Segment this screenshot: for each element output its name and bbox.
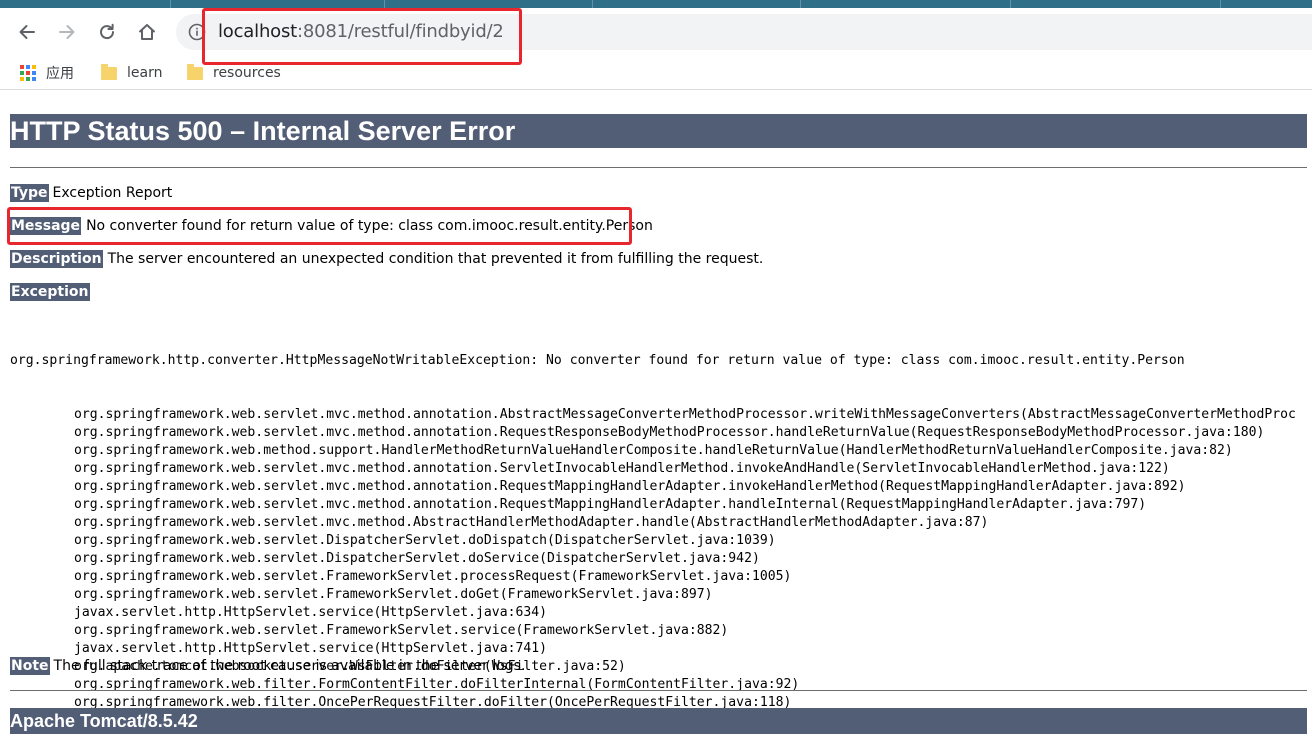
info-icon[interactable]	[188, 23, 206, 41]
type-label: Type	[10, 184, 49, 202]
bookmark-resources[interactable]: resources	[187, 62, 281, 84]
stack-trace-line: org.springframework.web.servlet.mvc.meth…	[74, 515, 989, 530]
type-value: Exception Report	[52, 185, 173, 201]
reload-button[interactable]	[93, 18, 121, 46]
note-label: Note	[10, 657, 50, 675]
page-content: HTTP Status 500 – Internal Server Error …	[0, 91, 1312, 734]
stack-trace-line: org.springframework.web.servlet.Dispatch…	[74, 551, 760, 566]
reload-icon	[100, 23, 115, 40]
url-host: localhost	[218, 21, 297, 42]
stack-trace-line: org.springframework.web.servlet.Framewor…	[74, 569, 792, 584]
stack-trace-line: org.springframework.web.servlet.mvc.meth…	[74, 407, 1296, 422]
message-label: Message	[10, 217, 82, 235]
url-path: :8081/restful/findbyid/2	[297, 21, 504, 42]
forward-button[interactable]	[53, 18, 81, 46]
bookmark-label: 应用	[46, 66, 74, 82]
back-button[interactable]	[13, 18, 41, 46]
message-value: No converter found for return value of t…	[86, 218, 653, 234]
bookmark-label: learn	[127, 65, 163, 81]
stack-trace-line: org.springframework.web.servlet.Framewor…	[74, 587, 713, 602]
stack-trace-line: org.springframework.web.servlet.Dispatch…	[74, 533, 776, 548]
url-text[interactable]: localhost:8081/restful/findbyid/2	[218, 21, 504, 43]
folder-icon	[101, 63, 117, 80]
home-button[interactable]	[133, 18, 161, 46]
description-label: Description	[10, 250, 103, 268]
bookmark-learn[interactable]: learn	[101, 62, 162, 84]
bookmark-apps[interactable]: 应用	[20, 62, 74, 84]
bookmarks-bar: 应用 learn resources	[0, 56, 1312, 90]
folder-icon	[187, 63, 203, 80]
apps-grid-icon	[20, 65, 36, 81]
stack-trace-line: org.springframework.web.servlet.mvc.meth…	[74, 461, 1170, 476]
stack-trace-line: org.springframework.web.method.support.H…	[74, 443, 1233, 458]
exception-row: Exception	[10, 282, 90, 302]
divider	[10, 690, 1307, 691]
type-row: Type Exception Report	[10, 183, 172, 203]
stack-trace-line: org.springframework.web.filter.FormConte…	[74, 677, 800, 692]
bookmark-label: resources	[213, 65, 281, 81]
home-icon	[139, 24, 155, 40]
stack-trace-line: org.springframework.web.servlet.Framewor…	[74, 623, 729, 638]
exception-label: Exception	[10, 283, 90, 301]
tab-strip	[0, 0, 1312, 8]
page-title: HTTP Status 500 – Internal Server Error	[10, 114, 1307, 148]
stack-trace-line: javax.servlet.http.HttpServlet.service(H…	[74, 605, 547, 620]
description-row: Description The server encountered an un…	[10, 249, 763, 269]
stack-trace-line: org.springframework.web.servlet.mvc.meth…	[74, 425, 1265, 440]
server-footer: Apache Tomcat/8.5.42	[10, 708, 1307, 734]
stack-trace-line: org.springframework.web.servlet.mvc.meth…	[74, 479, 1186, 494]
forward-arrow-icon	[59, 25, 75, 39]
divider	[10, 167, 1307, 168]
back-arrow-icon	[19, 25, 35, 39]
address-bar[interactable]: localhost:8081/restful/findbyid/2	[176, 14, 1312, 50]
note-value: The full stack trace of the root cause i…	[53, 658, 526, 674]
exception-head: org.springframework.http.converter.HttpM…	[10, 353, 1185, 368]
note-row: Note The full stack trace of the root ca…	[10, 656, 525, 676]
browser-toolbar: localhost:8081/restful/findbyid/2	[0, 8, 1312, 56]
description-value: The server encountered an unexpected con…	[107, 251, 764, 267]
stack-trace-line: org.springframework.web.servlet.mvc.meth…	[74, 497, 1147, 512]
message-row: Message No converter found for return va…	[10, 216, 653, 236]
